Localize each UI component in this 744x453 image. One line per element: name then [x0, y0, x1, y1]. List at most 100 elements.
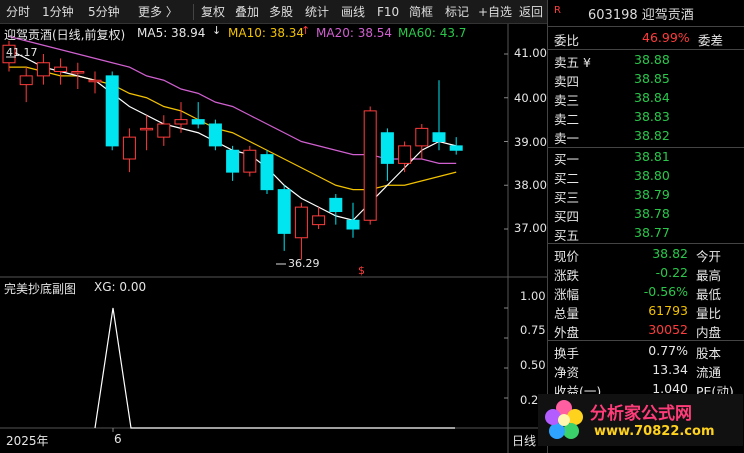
- buy-level-price[interactable]: 38.79: [634, 187, 670, 202]
- candle: [122, 128, 136, 173]
- sub-chart-xg: [94, 307, 508, 432]
- arrow-down-icon: ↓: [212, 24, 222, 37]
- mark-button[interactable]: 标记: [445, 3, 469, 21]
- ma10-legend: MA10: 38.34: [228, 26, 305, 40]
- candle-body: [105, 75, 119, 147]
- candle-body: [415, 127, 429, 147]
- xg-value: XG: 0.00: [94, 280, 147, 294]
- weibi-value: 46.99%: [642, 30, 690, 45]
- year-label: 2025年: [6, 434, 49, 448]
- buy-level-label: 买五: [554, 228, 580, 243]
- sell-level-price[interactable]: 38.83: [634, 109, 670, 124]
- flower-logo-icon: [545, 400, 583, 439]
- tab-5min[interactable]: 5分钟: [88, 3, 120, 21]
- candle-body: [398, 145, 412, 164]
- quote-panel: R 603198 迎驾贡酒 委比 46.99% 委差 卖五 ¥ 38.88 卖四 38…: [538, 0, 744, 453]
- multi-stock-button[interactable]: 多股: [269, 3, 293, 21]
- candle: [277, 185, 291, 251]
- sell-level-price[interactable]: 38.88: [634, 52, 670, 67]
- candle: [260, 150, 274, 194]
- candle-body: [243, 149, 257, 173]
- fin-right-label: 股本: [696, 346, 722, 361]
- tab-1min[interactable]: 1分钟: [42, 3, 74, 21]
- sub-tick: 0.75: [520, 323, 546, 337]
- quote-right-label: 今开: [696, 249, 722, 264]
- f10-button[interactable]: F10: [377, 3, 399, 21]
- stock-code-name: 603198 迎驾贡酒: [588, 8, 694, 23]
- candle-body: [329, 197, 343, 212]
- restore-rights-button[interactable]: 复权: [201, 3, 225, 21]
- candle: [88, 71, 102, 94]
- sell-level-label: 卖四: [554, 74, 580, 89]
- buy-level-price[interactable]: 38.80: [634, 168, 670, 183]
- candle: [105, 71, 119, 151]
- quote-value: 38.82: [652, 246, 688, 261]
- sell-level-price[interactable]: 38.85: [634, 71, 670, 86]
- quote-right-label: 最高: [696, 268, 722, 283]
- simple-frame-button[interactable]: 简框: [409, 3, 433, 21]
- candle-body: [88, 79, 102, 83]
- draw-line-button[interactable]: 画线: [341, 3, 365, 21]
- candle-body: [36, 62, 50, 77]
- price-tick: 39.00: [514, 135, 547, 149]
- weibi-label: 委比: [554, 33, 580, 48]
- buy-level-price[interactable]: 38.81: [634, 149, 670, 164]
- price-tick: 37.00: [514, 221, 547, 235]
- low-marker-label: 36.29: [288, 257, 320, 270]
- candle: [226, 145, 240, 181]
- candle-body: [312, 215, 326, 226]
- price-tick: 40.00: [514, 91, 547, 105]
- toolbar-divider: [193, 4, 194, 20]
- buy-level-price[interactable]: 38.78: [634, 206, 670, 221]
- candle: [380, 128, 394, 181]
- ma5-legend: MA5: 38.94: [137, 26, 206, 40]
- candle-body: [380, 132, 394, 164]
- quote-right-label: 量比: [696, 306, 722, 321]
- quote-value: 30052: [648, 322, 688, 337]
- back-button[interactable]: 返回: [519, 3, 543, 21]
- divider: [548, 49, 744, 50]
- moving-average-lines: [8, 35, 457, 221]
- sell-level-price[interactable]: 38.82: [634, 128, 670, 143]
- fin-label: 净资: [554, 365, 580, 380]
- quote-label: 现价: [554, 249, 580, 264]
- quote-value: 61793: [648, 303, 688, 318]
- xg-line: [94, 307, 455, 429]
- statistics-button[interactable]: 统计: [305, 3, 329, 21]
- tab-more[interactable]: 更多 〉: [138, 3, 178, 21]
- sell-level-label: 卖二: [554, 112, 580, 127]
- sub-tick: 0.50: [520, 358, 546, 372]
- tab-intraday[interactable]: 分时: [6, 3, 30, 21]
- quote-label: 涨跌: [554, 268, 580, 283]
- divider: [548, 340, 744, 341]
- candle-body: [140, 127, 154, 131]
- divider: [548, 147, 744, 148]
- candle-body: [449, 145, 463, 151]
- candle-body: [208, 123, 222, 147]
- add-watchlist-button[interactable]: +自选: [478, 3, 512, 21]
- candle: [36, 54, 50, 85]
- candle: [294, 202, 308, 260]
- quote-value: -0.56%: [643, 284, 688, 299]
- watermark-url: www.70822.com: [594, 424, 715, 439]
- candle-body: [432, 132, 446, 142]
- sub-tick: 1.00: [520, 289, 546, 303]
- candle: [346, 202, 360, 238]
- fin-label: 换手: [554, 346, 580, 361]
- month-label: 6: [114, 432, 122, 446]
- buy-level-price[interactable]: 38.77: [634, 225, 670, 240]
- ma60-legend: MA60: 43.7: [398, 26, 467, 40]
- kline-chart[interactable]: [0, 24, 547, 453]
- overlay-button[interactable]: 叠加: [235, 3, 259, 21]
- candle: [312, 207, 326, 229]
- quote-label: 涨幅: [554, 287, 580, 302]
- candle: [54, 58, 68, 85]
- candle: [140, 115, 154, 151]
- chart-title: 迎驾贡酒(日线,前复权): [4, 28, 126, 42]
- candle-body: [226, 149, 240, 173]
- divider: [548, 26, 744, 27]
- sub-chart-title: 完美抄底副图: [4, 282, 77, 296]
- quote-right-label: 最低: [696, 287, 722, 302]
- sell-level-price[interactable]: 38.84: [634, 90, 670, 105]
- fin-right-label: 流通: [696, 365, 722, 380]
